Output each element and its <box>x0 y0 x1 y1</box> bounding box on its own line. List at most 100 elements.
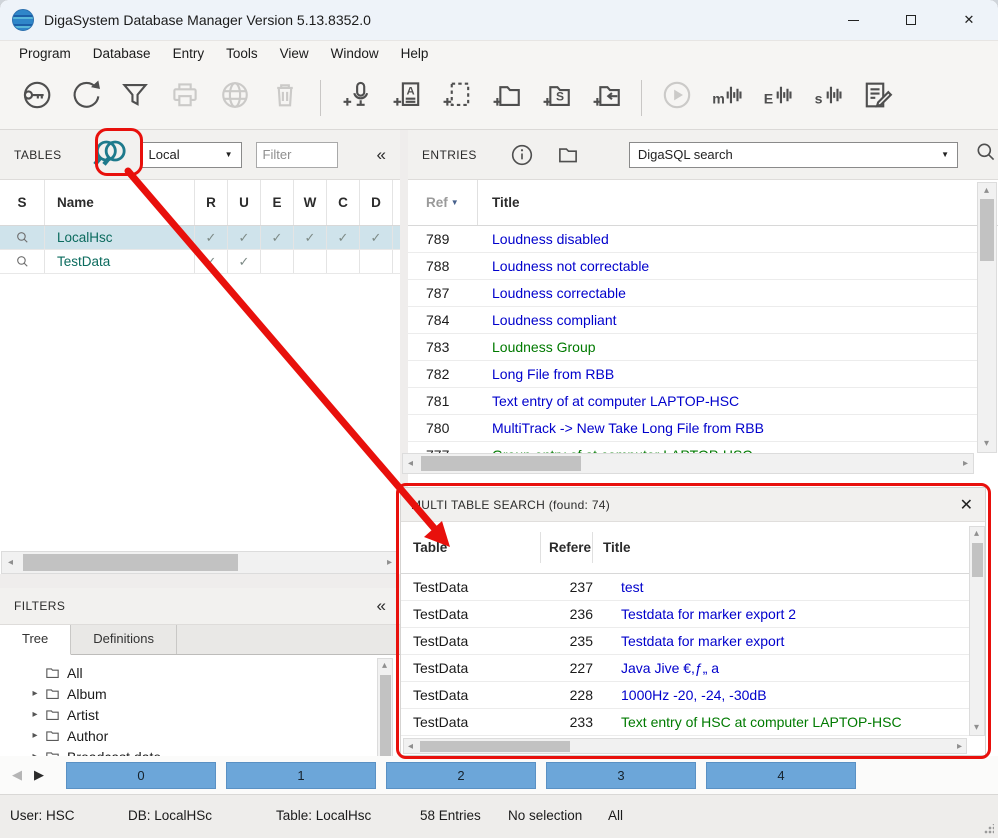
entry-title-link[interactable]: Loudness not correctable <box>478 258 649 274</box>
table-column-header[interactable]: Table <box>401 532 541 563</box>
entries-hscrollbar[interactable]: ◂ ▸ <box>402 453 974 474</box>
page-button-4[interactable]: 4 <box>706 762 856 789</box>
entries-vscrollbar[interactable]: ▴ ▾ <box>977 182 997 453</box>
add-subfolder-button[interactable]: S <box>531 74 581 122</box>
entry-title-link[interactable]: Loudness Group <box>478 339 596 355</box>
table-row[interactable]: TestData✓✓ <box>0 250 400 274</box>
page-button-2[interactable]: 2 <box>386 762 536 789</box>
entry-row[interactable]: 787Loudness correctable <box>408 280 977 307</box>
entry-title-link[interactable]: Long File from RBB <box>478 366 614 382</box>
tree-item-artist[interactable]: ▸Artist <box>0 704 376 725</box>
entry-row[interactable]: 782Long File from RBB <box>408 361 977 388</box>
minimize-button[interactable] <box>824 0 882 40</box>
filter-button[interactable] <box>110 74 160 122</box>
column-header-w[interactable]: W <box>294 180 327 225</box>
expander-icon[interactable]: ▸ <box>28 688 42 699</box>
search-result-row[interactable]: TestData237test <box>401 574 985 601</box>
tables-collapse-button[interactable]: « <box>377 145 386 165</box>
scroll-right-arrow[interactable]: ▸ <box>957 742 962 752</box>
menu-item-tools[interactable]: Tools <box>215 43 269 64</box>
entry-title-link[interactable]: Loudness correctable <box>478 285 626 301</box>
search-result-row[interactable]: TestData235Testdata for marker export <box>401 628 985 655</box>
tab-definitions[interactable]: Definitions <box>71 625 177 654</box>
tree-item-author[interactable]: ▸Author <box>0 725 376 746</box>
scroll-up-arrow[interactable]: ▴ <box>382 661 387 671</box>
page-button-0[interactable]: 0 <box>66 762 216 789</box>
resize-grip[interactable] <box>984 824 994 834</box>
multitrack-editor-button[interactable]: m <box>702 74 752 122</box>
entry-row[interactable]: 784Loudness compliant <box>408 307 977 334</box>
add-folder-button[interactable] <box>481 74 531 122</box>
search-result-row[interactable]: TestData2281000Hz -20, -24, -30dB <box>401 682 985 709</box>
edit-entry-button[interactable] <box>852 74 902 122</box>
menu-item-database[interactable]: Database <box>82 43 162 64</box>
entry-title-link[interactable]: Loudness compliant <box>478 312 617 328</box>
tables-hscrollbar[interactable]: ◂ ▸ <box>1 551 399 574</box>
add-linked-folder-button[interactable] <box>581 74 631 122</box>
tab-tree[interactable]: Tree <box>0 625 71 655</box>
result-title-link[interactable]: test <box>593 579 644 595</box>
table-row[interactable]: LocalHsc✓✓✓✓✓✓ <box>0 226 400 250</box>
scrollbar-thumb[interactable] <box>421 456 581 471</box>
multi-search-hscrollbar[interactable]: ◂ ▸ <box>403 738 967 754</box>
scrollbar-thumb[interactable] <box>972 543 983 577</box>
table-search-icon[interactable] <box>0 250 45 273</box>
tree-item-album[interactable]: ▸Album <box>0 683 376 704</box>
page-button-3[interactable]: 3 <box>546 762 696 789</box>
key-button[interactable] <box>10 74 60 122</box>
column-header-d[interactable]: D <box>360 180 393 225</box>
scroll-right-arrow[interactable]: ▸ <box>387 558 392 568</box>
entry-info-button[interactable] <box>509 142 535 168</box>
scrollbar-thumb[interactable] <box>980 199 994 261</box>
expander-icon[interactable]: ▸ <box>28 709 42 720</box>
result-title-link[interactable]: Java Jive €,ƒ„ a <box>593 660 719 676</box>
entry-title-link[interactable]: Text entry of at computer LAPTOP-HSC <box>478 393 739 409</box>
multi-search-close-button[interactable]: ✕ <box>960 495 973 515</box>
scrollbar-thumb[interactable] <box>420 741 570 752</box>
multi-search-vscrollbar[interactable]: ▴ ▾ <box>969 526 985 736</box>
entry-search-button[interactable] <box>974 140 998 169</box>
page-button-1[interactable]: 1 <box>226 762 376 789</box>
add-audio-entry-button[interactable] <box>331 74 381 122</box>
easy-editor-button[interactable]: E <box>752 74 802 122</box>
horizontal-splitter[interactable] <box>0 574 400 588</box>
entry-row[interactable]: 783Loudness Group <box>408 334 977 361</box>
expander-icon[interactable]: ▸ <box>28 730 42 741</box>
filters-collapse-button[interactable]: « <box>377 596 386 616</box>
scrollbar-thumb[interactable] <box>23 554 238 571</box>
column-header-r[interactable]: R <box>195 180 228 225</box>
table-search-icon[interactable] <box>0 226 45 249</box>
menu-item-view[interactable]: View <box>269 43 320 64</box>
scroll-left-arrow[interactable]: ◂ <box>408 459 413 469</box>
scroll-right-arrow[interactable]: ▸ <box>963 459 968 469</box>
entry-title-link[interactable]: Loudness disabled <box>478 231 609 247</box>
table-filter-input[interactable] <box>256 142 338 168</box>
ref-column-header[interactable]: Ref ▼ <box>408 180 478 225</box>
menu-item-program[interactable]: Program <box>8 43 82 64</box>
tree-item-all[interactable]: All <box>0 662 376 683</box>
add-empty-entry-button[interactable] <box>431 74 481 122</box>
title-column-header[interactable]: Title <box>478 195 520 210</box>
column-header-u[interactable]: U <box>228 180 261 225</box>
single-editor-button[interactable]: s <box>802 74 852 122</box>
entry-row[interactable]: 777Group entry of at computer LAPTOP-HSC <box>408 442 977 453</box>
page-forward-button[interactable]: ▶ <box>34 767 44 783</box>
close-button[interactable]: ✕ <box>940 0 998 40</box>
scroll-up-arrow[interactable]: ▴ <box>974 529 979 539</box>
entry-title-link[interactable]: MultiTrack -> New Take Long File from RB… <box>478 420 764 436</box>
table-scope-dropdown[interactable]: Local ▼ <box>140 142 242 168</box>
result-title-link[interactable]: Text entry of HSC at computer LAPTOP-HSC <box>593 714 902 730</box>
scroll-left-arrow[interactable]: ◂ <box>408 742 413 752</box>
entry-row[interactable]: 789Loudness disabled <box>408 226 977 253</box>
add-text-entry-button[interactable]: A <box>381 74 431 122</box>
page-back-button[interactable]: ◀ <box>12 767 22 783</box>
column-header-name[interactable]: Name <box>45 180 195 225</box>
menu-item-entry[interactable]: Entry <box>162 43 216 64</box>
column-header-c[interactable]: C <box>327 180 360 225</box>
multi-table-search-button[interactable] <box>88 135 128 175</box>
column-header-e[interactable]: E <box>261 180 294 225</box>
title-column-header[interactable]: Title <box>593 540 631 555</box>
maximize-button[interactable] <box>882 0 940 40</box>
folder-view-button[interactable] <box>555 142 581 168</box>
entry-row[interactable]: 781Text entry of at computer LAPTOP-HSC <box>408 388 977 415</box>
